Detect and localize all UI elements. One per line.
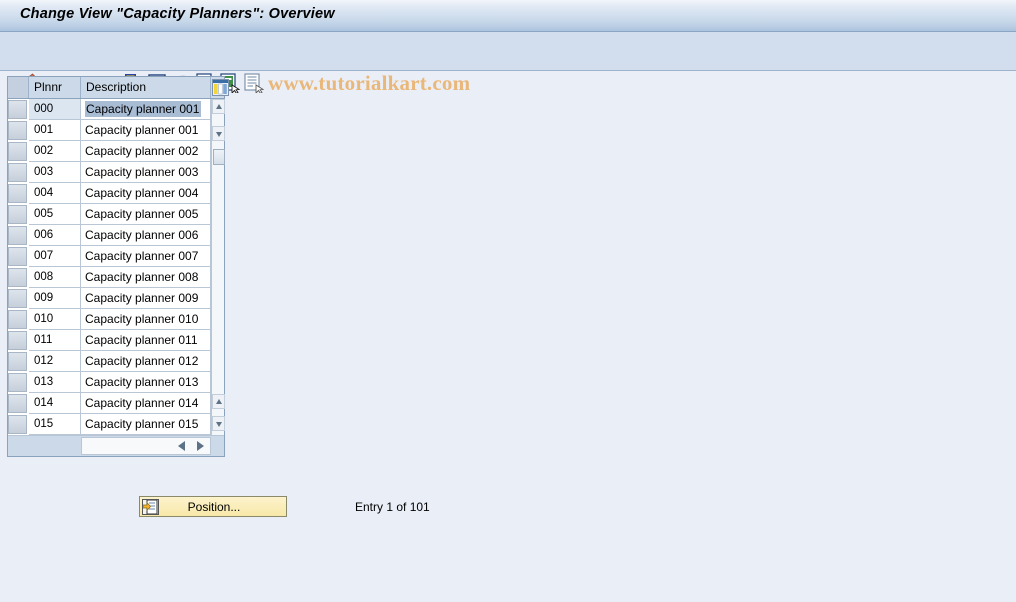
table-row[interactable]: 004 Capacity planner 004 <box>8 183 211 204</box>
chevron-down-icon <box>216 132 222 137</box>
table-row[interactable]: 006 Capacity planner 006 <box>8 225 211 246</box>
capacity-planners-table: Plnnr Description 000 Capacity planner 00… <box>7 76 229 457</box>
row-select-button[interactable] <box>8 289 27 308</box>
entry-status-text: Entry 1 of 101 <box>355 500 430 514</box>
cell-description[interactable]: Capacity planner 006 <box>81 225 211 246</box>
cell-plnnr[interactable]: 010 <box>29 309 81 330</box>
cell-plnnr[interactable]: 008 <box>29 267 81 288</box>
chevron-right-icon <box>197 441 204 451</box>
cell-plnnr[interactable]: 014 <box>29 393 81 414</box>
cell-plnnr[interactable]: 015 <box>29 414 81 435</box>
scroll-up-button-top[interactable] <box>212 99 225 114</box>
cell-description[interactable]: Capacity planner 014 <box>81 393 211 414</box>
table-row[interactable]: 011 Capacity planner 011 <box>8 330 211 351</box>
deselect-all-icon[interactable] <box>244 73 265 95</box>
row-select-button[interactable] <box>8 142 27 161</box>
horizontal-scroll-strip <box>8 435 224 456</box>
table-body: 000 Capacity planner 001 001 Capacity plann… <box>8 99 211 435</box>
table-row[interactable]: 000 Capacity planner 001 <box>8 99 211 120</box>
column-header-description[interactable]: Description <box>81 77 211 98</box>
table-row[interactable]: 008 Capacity planner 008 <box>8 267 211 288</box>
scroll-left-button[interactable] <box>176 439 188 453</box>
cell-description[interactable]: Capacity planner 008 <box>81 267 211 288</box>
header-select-all-cell[interactable] <box>8 77 29 98</box>
table-row[interactable]: 013 Capacity planner 013 <box>8 372 211 393</box>
cell-description[interactable]: Capacity planner 009 <box>81 288 211 309</box>
window-title-bar: Change View "Capacity Planners": Overvie… <box>0 0 1016 32</box>
selected-cell-text: Capacity planner 001 <box>85 101 202 117</box>
table-row[interactable]: 009 Capacity planner 009 <box>8 288 211 309</box>
cell-plnnr[interactable]: 006 <box>29 225 81 246</box>
table-row[interactable]: 015 Capacity planner 015 <box>8 414 211 435</box>
cell-description[interactable]: Capacity planner 007 <box>81 246 211 267</box>
position-button-label: Position... <box>187 500 241 514</box>
cell-plnnr[interactable]: 011 <box>29 330 81 351</box>
column-header-plnnr[interactable]: Plnnr <box>29 77 81 98</box>
row-select-button[interactable] <box>8 184 27 203</box>
row-select-button[interactable] <box>8 121 27 140</box>
cell-plnnr[interactable]: 009 <box>29 288 81 309</box>
scroll-up-button-bottom[interactable] <box>212 394 225 409</box>
toolbar: New Entries <box>0 32 1016 95</box>
scroll-down-button-top[interactable] <box>212 126 225 141</box>
cell-plnnr[interactable]: 012 <box>29 351 81 372</box>
cell-plnnr[interactable]: 003 <box>29 162 81 183</box>
row-select-button[interactable] <box>8 310 27 329</box>
table-row[interactable]: 014 Capacity planner 014 <box>8 393 211 414</box>
table-row[interactable]: 010 Capacity planner 010 <box>8 309 211 330</box>
cell-description[interactable]: Capacity planner 013 <box>81 372 211 393</box>
cell-plnnr[interactable]: 002 <box>29 141 81 162</box>
row-select-button[interactable] <box>8 247 27 266</box>
cell-description[interactable]: Capacity planner 005 <box>81 204 211 225</box>
cell-description[interactable]: Capacity planner 015 <box>81 414 211 435</box>
cell-plnnr[interactable]: 000 <box>29 99 81 120</box>
row-select-button[interactable] <box>8 100 27 119</box>
cell-description[interactable]: Capacity planner 001 <box>81 120 211 141</box>
cell-description[interactable]: Capacity planner 012 <box>81 351 211 372</box>
chevron-down-icon <box>216 422 222 427</box>
horizontal-scroll-track[interactable] <box>81 437 211 455</box>
page-title: Change View "Capacity Planners": Overvie… <box>20 6 335 22</box>
cell-plnnr[interactable]: 001 <box>29 120 81 141</box>
row-select-button[interactable] <box>8 415 27 434</box>
cell-description[interactable]: Capacity planner 004 <box>81 183 211 204</box>
deselect-all-icon-glyph <box>244 73 265 95</box>
table-settings-icon[interactable] <box>212 79 229 96</box>
cell-description[interactable]: Capacity planner 003 <box>81 162 211 183</box>
position-button[interactable]: Position... <box>139 496 287 517</box>
cell-plnnr[interactable]: 007 <box>29 246 81 267</box>
row-select-button[interactable] <box>8 394 27 413</box>
cell-description[interactable]: Capacity planner 001 <box>81 99 211 120</box>
scroll-down-button-bottom[interactable] <box>212 416 225 431</box>
table-row[interactable]: 002 Capacity planner 002 <box>8 141 211 162</box>
vertical-scrollbar[interactable] <box>211 99 225 435</box>
row-select-button[interactable] <box>8 226 27 245</box>
chevron-up-icon <box>216 399 222 404</box>
chevron-up-icon <box>216 104 222 109</box>
cell-description[interactable]: Capacity planner 002 <box>81 141 211 162</box>
table-settings-icon-glyph <box>213 80 228 95</box>
table-row[interactable]: 012 Capacity planner 012 <box>8 351 211 372</box>
table-row[interactable]: 005 Capacity planner 005 <box>8 204 211 225</box>
cell-description[interactable]: Capacity planner 010 <box>81 309 211 330</box>
row-select-button[interactable] <box>8 352 27 371</box>
cell-plnnr[interactable]: 013 <box>29 372 81 393</box>
cell-plnnr[interactable]: 004 <box>29 183 81 204</box>
watermark-text: www.tutorialkart.com <box>268 71 471 95</box>
scrollbar-thumb[interactable] <box>213 149 225 165</box>
cell-plnnr[interactable]: 005 <box>29 204 81 225</box>
row-select-button[interactable] <box>8 268 27 287</box>
row-select-button[interactable] <box>8 373 27 392</box>
row-select-button[interactable] <box>8 205 27 224</box>
chevron-left-icon <box>178 441 185 451</box>
scroll-right-button[interactable] <box>194 439 206 453</box>
row-select-button[interactable] <box>8 331 27 350</box>
table-header-row: Plnnr Description <box>8 77 229 99</box>
cell-description[interactable]: Capacity planner 011 <box>81 330 211 351</box>
table-row[interactable]: 007 Capacity planner 007 <box>8 246 211 267</box>
row-select-button[interactable] <box>8 163 27 182</box>
table-row[interactable]: 003 Capacity planner 003 <box>8 162 211 183</box>
table-row[interactable]: 001 Capacity planner 001 <box>8 120 211 141</box>
